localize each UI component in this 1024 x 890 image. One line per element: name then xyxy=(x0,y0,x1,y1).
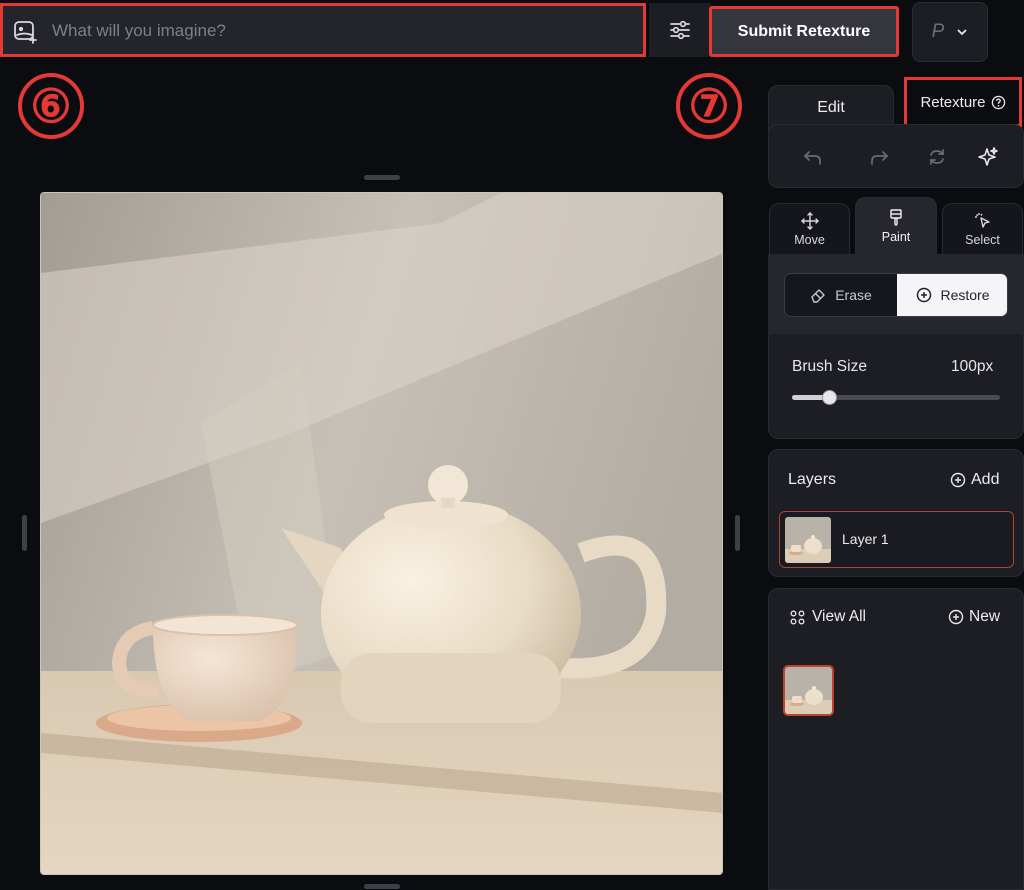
plus-circle-icon xyxy=(950,472,966,488)
layers-title: Layers xyxy=(788,471,837,488)
settings-button[interactable] xyxy=(649,3,711,57)
layer-item[interactable]: Layer 1 xyxy=(779,511,1014,568)
canvas-right-handle[interactable] xyxy=(735,515,740,551)
gallery-thumbnail[interactable] xyxy=(783,665,834,716)
sliders-icon xyxy=(668,18,692,42)
image-add-icon[interactable] xyxy=(12,19,37,44)
restore-button[interactable]: Restore xyxy=(897,274,1007,316)
erase-button[interactable]: Erase xyxy=(785,274,897,316)
view-all-label: View All xyxy=(812,608,866,625)
brush-size-slider-thumb[interactable] xyxy=(822,390,837,405)
view-all-button[interactable]: View All xyxy=(790,608,866,626)
canvas-bottom-handle[interactable] xyxy=(364,884,400,889)
tab-paint-label: Paint xyxy=(881,230,911,244)
profile-initial: P xyxy=(931,21,945,42)
undo-icon[interactable] xyxy=(803,147,823,167)
canvas-top-handle[interactable] xyxy=(364,175,400,180)
move-icon xyxy=(800,212,819,230)
add-layer-button[interactable]: Add xyxy=(950,471,999,489)
prompt-placeholder[interactable]: What will you imagine? xyxy=(52,19,226,43)
gallery-panel xyxy=(768,588,1024,890)
prompt-input[interactable]: What will you imagine? xyxy=(0,3,646,57)
annotation-marker-7: ⑦ xyxy=(676,73,742,139)
add-layer-label: Add xyxy=(971,471,1000,488)
chevron-down-icon xyxy=(956,28,968,36)
erase-restore-toggle: Erase Restore xyxy=(784,273,1008,317)
erase-label: Erase xyxy=(835,287,872,303)
restore-label: Restore xyxy=(940,287,990,303)
tab-retexture-label: Retexture xyxy=(920,93,986,111)
refresh-icon[interactable] xyxy=(927,147,947,167)
new-label: New xyxy=(969,608,1001,625)
tab-paint[interactable]: Paint xyxy=(855,197,937,255)
plus-circle-icon xyxy=(916,287,932,303)
brush-size-value: 100px xyxy=(951,358,994,375)
tab-move-label: Move xyxy=(794,233,825,247)
brush-size-label: Brush Size xyxy=(792,358,867,375)
profile-menu-button[interactable]: P xyxy=(912,2,988,62)
help-icon[interactable] xyxy=(991,95,1006,110)
submit-retexture-button[interactable]: Submit Retexture xyxy=(709,6,899,57)
new-button[interactable]: New xyxy=(948,608,1000,626)
annotation-marker-6: ⑥ xyxy=(18,73,84,139)
eraser-icon xyxy=(810,287,827,304)
paintbrush-icon xyxy=(888,209,904,227)
redo-icon[interactable] xyxy=(869,147,889,167)
canvas-image[interactable] xyxy=(40,192,723,875)
grid-icon xyxy=(790,610,805,625)
layer-thumbnail xyxy=(785,517,831,563)
tab-move[interactable]: Move xyxy=(769,203,850,255)
canvas-left-handle[interactable] xyxy=(22,515,27,551)
history-toolbar xyxy=(768,124,1024,188)
tab-select-label: Select xyxy=(965,233,1000,247)
tab-retexture[interactable]: Retexture xyxy=(904,77,1022,127)
cursor-click-icon xyxy=(974,212,992,230)
tab-select[interactable]: Select xyxy=(942,203,1023,255)
layer-name: Layer 1 xyxy=(842,531,889,547)
plus-circle-icon xyxy=(948,609,964,625)
sparkle-icon[interactable] xyxy=(977,146,999,168)
